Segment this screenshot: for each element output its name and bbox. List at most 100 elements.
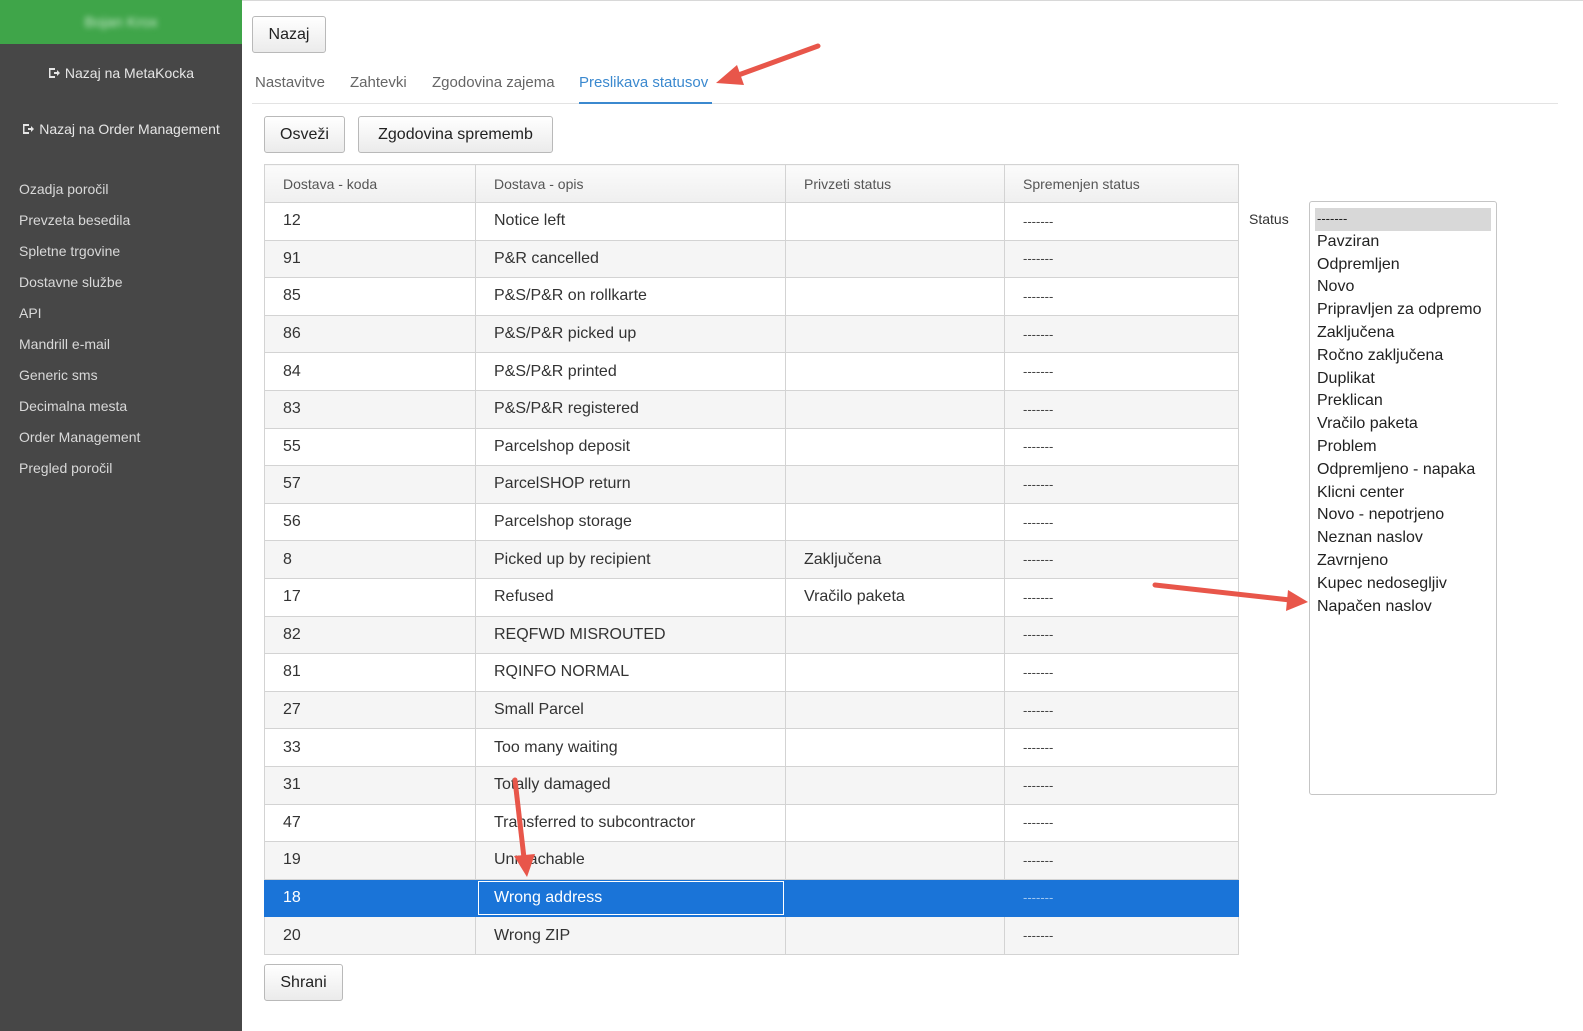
cell-code[interactable]: 56 [264, 502, 476, 542]
cell-default-status[interactable] [785, 277, 1005, 316]
cell-default-status[interactable] [785, 314, 1005, 354]
cell-code[interactable]: 17 [264, 577, 476, 617]
cell-default-status[interactable] [785, 615, 1005, 655]
cell-description[interactable]: Totally damaged [475, 765, 786, 805]
cell-default-status[interactable]: Vračilo paketa [785, 577, 1005, 617]
sidebar-item[interactable]: Spletne trgovine [0, 242, 242, 273]
cell-code[interactable]: 85 [264, 277, 476, 316]
table-row[interactable]: 17 Refused Vračilo paketa ------- [264, 577, 1239, 617]
cell-changed-status[interactable]: ------- [1004, 314, 1239, 354]
cell-code[interactable]: 57 [264, 465, 476, 504]
change-history-button[interactable]: Zgodovina sprememb [358, 116, 553, 153]
cell-default-status[interactable] [785, 239, 1005, 279]
cell-code[interactable]: 91 [264, 239, 476, 279]
cell-changed-status[interactable]: ------- [1004, 202, 1239, 241]
cell-code[interactable]: 81 [264, 653, 476, 692]
cell-changed-status[interactable]: ------- [1004, 465, 1239, 504]
cell-code[interactable]: 86 [264, 314, 476, 354]
cell-code[interactable]: 55 [264, 427, 476, 467]
table-row[interactable]: 18 Wrong address ------- [264, 878, 1239, 918]
table-row[interactable]: 20 Wrong ZIP ------- [264, 916, 1239, 955]
cell-code[interactable]: 8 [264, 540, 476, 579]
sidebar-item[interactable]: Order Management [0, 428, 242, 459]
table-row[interactable]: 27 Small Parcel ------- [264, 690, 1239, 730]
status-option[interactable]: Preklican [1315, 390, 1491, 413]
column-header-description[interactable]: Dostava - opis [475, 164, 786, 203]
status-option[interactable]: Zaključena [1315, 322, 1491, 345]
table-row[interactable]: 82 REQFWD MISROUTED ------- [264, 615, 1239, 655]
cell-changed-status[interactable]: ------- [1004, 540, 1239, 579]
cell-default-status[interactable] [785, 690, 1005, 730]
cell-default-status[interactable] [785, 352, 1005, 391]
cell-description[interactable]: P&S/P&R picked up [475, 314, 786, 354]
status-option[interactable]: Zavrnjeno [1315, 550, 1491, 573]
table-row[interactable]: 12 Notice left ------- [264, 202, 1239, 241]
cell-changed-status[interactable]: ------- [1004, 577, 1239, 617]
status-option[interactable]: Klicni center [1315, 482, 1491, 505]
cell-description[interactable]: Refused [475, 577, 786, 617]
cell-default-status[interactable] [785, 841, 1005, 880]
cell-changed-status[interactable]: ------- [1004, 502, 1239, 542]
cell-description[interactable]: Too many waiting [475, 728, 786, 767]
back-button[interactable]: Nazaj [252, 16, 326, 53]
cell-default-status[interactable] [785, 803, 1005, 843]
cell-default-status[interactable] [785, 916, 1005, 955]
cell-description[interactable]: REQFWD MISROUTED [475, 615, 786, 655]
sidebar-item[interactable]: Decimalna mesta [0, 397, 242, 428]
cell-code[interactable]: 12 [264, 202, 476, 241]
cell-changed-status[interactable]: ------- [1004, 916, 1239, 955]
cell-code[interactable]: 82 [264, 615, 476, 655]
table-row[interactable]: 19 Unreachable ------- [264, 841, 1239, 880]
table-row[interactable]: 57 ParcelSHOP return ------- [264, 465, 1239, 504]
cell-code[interactable]: 33 [264, 728, 476, 767]
back-to-metakocka-link[interactable]: Nazaj na MetaKocka [0, 64, 242, 82]
status-listbox[interactable]: ------- Pavziran Odpremljen Novo Pripravljen… [1309, 201, 1497, 795]
status-option[interactable]: Ročno zaključena [1315, 345, 1491, 368]
table-row[interactable]: 83 P&S/P&R registered ------- [264, 389, 1239, 429]
sidebar-item[interactable]: API [0, 304, 242, 335]
save-button[interactable]: Shrani [264, 964, 343, 1001]
refresh-button[interactable]: Osveži [264, 116, 345, 153]
table-row[interactable]: 91 P&R cancelled ------- [264, 239, 1239, 279]
table-row[interactable]: 81 RQINFO NORMAL ------- [264, 653, 1239, 692]
cell-default-status[interactable] [785, 653, 1005, 692]
status-option[interactable]: Odpremljen [1315, 254, 1491, 277]
status-option[interactable]: ------- [1315, 208, 1491, 231]
cell-code[interactable]: 84 [264, 352, 476, 391]
cell-default-status[interactable] [785, 502, 1005, 542]
cell-code[interactable]: 19 [264, 841, 476, 880]
cell-description[interactable]: Notice left [475, 202, 786, 241]
cell-description[interactable]: Small Parcel [475, 690, 786, 730]
table-row[interactable]: 47 Transferred to subcontractor ------- [264, 803, 1239, 843]
cell-changed-status[interactable]: ------- [1004, 389, 1239, 429]
sidebar-item[interactable]: Dostavne službe [0, 273, 242, 304]
cell-code[interactable]: 18 [264, 878, 476, 918]
sidebar-item[interactable]: Prevzeta besedila [0, 211, 242, 242]
cell-changed-status[interactable]: ------- [1004, 615, 1239, 655]
cell-description[interactable]: P&S/P&R printed [475, 352, 786, 391]
cell-changed-status[interactable]: ------- [1004, 352, 1239, 391]
table-row[interactable]: 8 Picked up by recipient Zaključena ------- [264, 540, 1239, 579]
cell-description[interactable]: Picked up by recipient [475, 540, 786, 579]
cell-description[interactable]: Wrong address [475, 878, 786, 918]
cell-code[interactable]: 47 [264, 803, 476, 843]
tab-settings[interactable]: Nastavitve [255, 74, 325, 104]
status-option[interactable]: Novo [1315, 276, 1491, 299]
cell-changed-status[interactable]: ------- [1004, 427, 1239, 467]
cell-description[interactable]: ParcelSHOP return [475, 465, 786, 504]
status-option[interactable]: Duplikat [1315, 368, 1491, 391]
cell-code[interactable]: 20 [264, 916, 476, 955]
cell-description[interactable]: Wrong ZIP [475, 916, 786, 955]
status-option[interactable]: Pavziran [1315, 231, 1491, 254]
table-row[interactable]: 56 Parcelshop storage ------- [264, 502, 1239, 542]
cell-description[interactable]: RQINFO NORMAL [475, 653, 786, 692]
cell-description[interactable]: Unreachable [475, 841, 786, 880]
cell-default-status[interactable] [785, 389, 1005, 429]
cell-changed-status[interactable]: ------- [1004, 728, 1239, 767]
status-option[interactable]: Neznan naslov [1315, 527, 1491, 550]
status-option[interactable]: Napačen naslov [1315, 596, 1491, 619]
cell-changed-status[interactable]: ------- [1004, 239, 1239, 279]
sidebar-item[interactable]: Generic sms [0, 366, 242, 397]
table-row[interactable]: 31 Totally damaged ------- [264, 765, 1239, 805]
column-header-code[interactable]: Dostava - koda [264, 164, 476, 203]
